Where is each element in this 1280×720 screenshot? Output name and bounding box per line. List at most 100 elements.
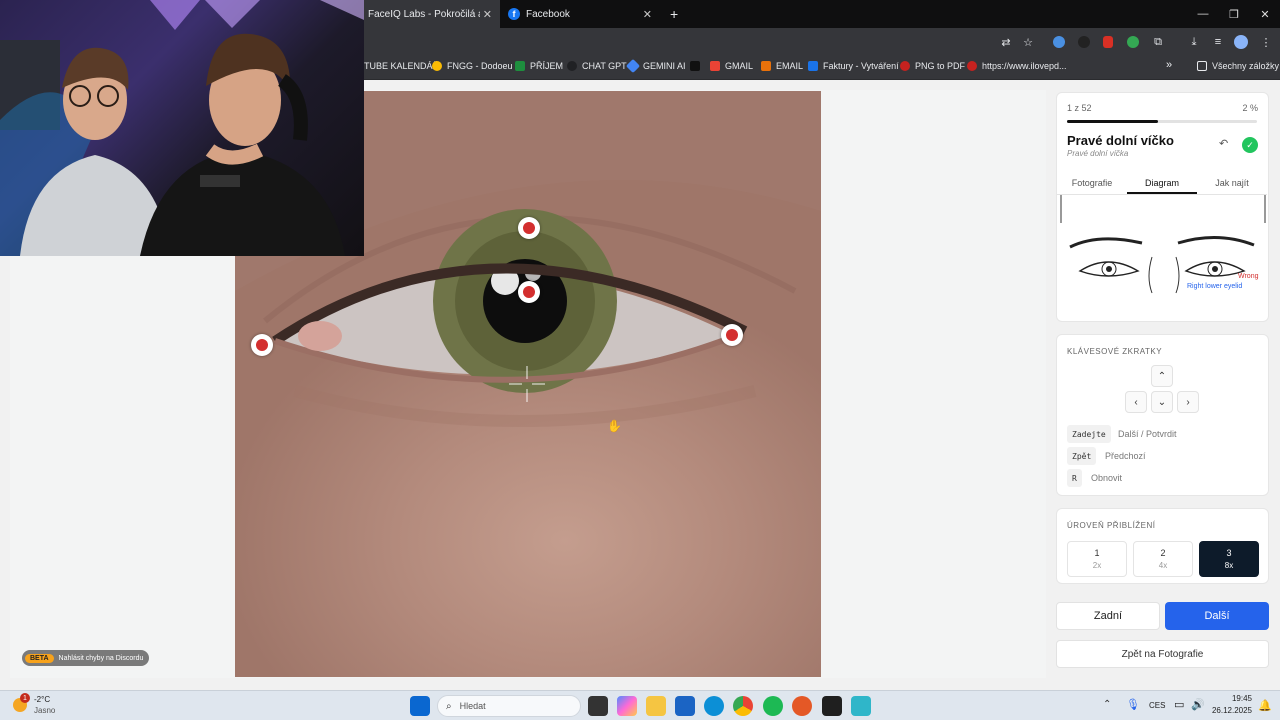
download-icon[interactable]: ⤓ bbox=[1186, 34, 1202, 50]
beta-tag: BETA bbox=[25, 653, 54, 663]
landmark-point[interactable] bbox=[721, 324, 743, 346]
notification-icon[interactable]: 🔔 bbox=[1258, 699, 1272, 712]
bookmark-item[interactable]: https://www.ilovepd... bbox=[967, 61, 1067, 71]
bookmark-label: PNG to PDF bbox=[915, 61, 966, 71]
extension-icon[interactable] bbox=[1127, 36, 1139, 48]
diagram-label-wrong: Wrong bbox=[1238, 273, 1259, 280]
network-icon[interactable]: ▭ bbox=[1174, 698, 1184, 711]
bookmark-item[interactable]: PNG to PDF bbox=[900, 61, 965, 71]
spotify-icon[interactable] bbox=[763, 696, 783, 716]
facebook-icon: f bbox=[508, 8, 520, 20]
bookmark-item[interactable]: Faktury - Vytváření bbox=[808, 61, 899, 71]
menu-icon[interactable]: ⋮ bbox=[1258, 34, 1274, 50]
restore-button[interactable]: ❐ bbox=[1217, 0, 1251, 28]
landmark-point[interactable] bbox=[518, 281, 540, 303]
extension-icon[interactable] bbox=[1103, 36, 1113, 48]
weather-text: Jasno bbox=[34, 706, 56, 715]
translate-icon[interactable]: ⇄ bbox=[998, 34, 1014, 50]
panel-tabs: Fotografie Diagram Jak najít bbox=[1057, 171, 1267, 195]
bookmark-item[interactable]: FNGG - Dodoeu bbox=[432, 61, 513, 71]
bookmark-icon bbox=[515, 61, 525, 71]
landmark-point[interactable] bbox=[251, 334, 273, 356]
arrow-up-key[interactable]: ⌃ bbox=[1151, 365, 1173, 387]
arrow-down-key[interactable]: ⌄ bbox=[1151, 391, 1173, 413]
terminal-icon[interactable] bbox=[822, 696, 842, 716]
undo-icon[interactable]: ↶ bbox=[1219, 137, 1228, 150]
bookmark-item[interactable]: TUBE KALENDÁŘ bbox=[364, 61, 439, 71]
media-icon[interactable]: ≡ bbox=[1210, 34, 1226, 50]
search-icon: ⌕ bbox=[446, 700, 452, 712]
progress-fill bbox=[1067, 120, 1159, 123]
extension-icon[interactable] bbox=[1078, 36, 1090, 48]
extension-icon[interactable] bbox=[1053, 36, 1065, 48]
windows-start-icon[interactable] bbox=[410, 696, 430, 716]
bookmark-item[interactable]: PŘÍJEM bbox=[515, 61, 563, 71]
back-to-photos-button[interactable]: Zpět na Fotografie bbox=[1056, 640, 1269, 668]
next-button[interactable]: Další bbox=[1165, 602, 1269, 630]
tab-how-to-find[interactable]: Jak najít bbox=[1197, 171, 1267, 194]
temperature: -2°C bbox=[34, 695, 51, 704]
reset-key: R bbox=[1067, 469, 1082, 487]
zoom-group: 1 2x 2 4x 3 8x bbox=[1067, 541, 1261, 577]
avatar[interactable] bbox=[1234, 35, 1248, 49]
reset-key-desc: Obnovit bbox=[1091, 473, 1123, 483]
confirm-icon[interactable]: ✓ bbox=[1242, 137, 1258, 153]
tab-photos[interactable]: Fotografie bbox=[1057, 171, 1127, 194]
zoom-level-2[interactable]: 2 4x bbox=[1133, 541, 1193, 577]
all-bookmarks-label: Všechny záložky bbox=[1212, 61, 1280, 71]
zoom-number: 3 bbox=[1226, 548, 1232, 558]
chrome-icon[interactable] bbox=[733, 696, 753, 716]
tab-facebook[interactable]: f Facebook ✕ bbox=[500, 0, 660, 28]
notification-badge: 1 bbox=[20, 693, 30, 703]
landmark-point[interactable] bbox=[518, 217, 540, 239]
chevron-up-icon[interactable]: ⌃ bbox=[1103, 699, 1111, 710]
copilot-icon[interactable] bbox=[617, 696, 637, 716]
microphone-icon[interactable]: 🎙 bbox=[1126, 698, 1140, 711]
bookmarks-more-button[interactable]: » bbox=[1166, 59, 1172, 71]
bookmark-item[interactable]: EMAIL bbox=[761, 61, 803, 71]
bookmark-item[interactable] bbox=[690, 61, 705, 71]
edge-icon[interactable] bbox=[704, 696, 724, 716]
screen: FaceIQ Labs - Pokročilá analýza ✕ f Face… bbox=[0, 0, 1280, 720]
outlook-icon[interactable] bbox=[675, 696, 695, 716]
bookmark-label: FNGG - Dodoeu bbox=[447, 61, 513, 71]
puzzle-icon[interactable]: ⧉ bbox=[1150, 34, 1166, 50]
progress-bar bbox=[1067, 120, 1257, 123]
zoom-level-1[interactable]: 1 2x bbox=[1067, 541, 1127, 577]
close-icon[interactable]: ✕ bbox=[483, 8, 492, 21]
app-icon[interactable] bbox=[792, 696, 812, 716]
step-counter: 1 z 52 bbox=[1067, 103, 1092, 113]
tab-faceiq[interactable]: FaceIQ Labs - Pokročilá analýza ✕ bbox=[360, 0, 500, 28]
new-tab-button[interactable]: + bbox=[662, 0, 682, 28]
clock-date[interactable]: 26.12.2025 bbox=[1206, 706, 1252, 715]
bookmark-icon bbox=[567, 61, 577, 71]
back-button[interactable]: Zadní bbox=[1056, 602, 1160, 630]
webcam-image bbox=[0, 0, 364, 256]
arrow-left-key[interactable]: ‹ bbox=[1125, 391, 1147, 413]
taskbar-search[interactable]: ⌕ Hledat bbox=[437, 695, 581, 717]
explorer-icon[interactable] bbox=[646, 696, 666, 716]
bookmark-label: GMAIL bbox=[725, 61, 754, 71]
volume-icon[interactable]: 🔊 bbox=[1191, 698, 1205, 711]
shortcuts-title: KLÁVESOVÉ ZKRATKY bbox=[1067, 347, 1163, 356]
zoom-title: ÚROVEŇ PŘIBLÍŽENÍ bbox=[1067, 521, 1156, 530]
bookmark-item[interactable]: CHAT GPT bbox=[567, 61, 627, 71]
language-indicator[interactable]: CES bbox=[1149, 701, 1165, 710]
star-icon[interactable]: ☆ bbox=[1020, 34, 1036, 50]
clock-time[interactable]: 19:45 bbox=[1210, 694, 1252, 703]
zoom-factor: 2x bbox=[1092, 561, 1102, 570]
back-key-desc: Předchozí bbox=[1105, 451, 1146, 461]
bookmark-item[interactable]: GMAIL bbox=[710, 61, 753, 71]
arrow-right-key[interactable]: › bbox=[1177, 391, 1199, 413]
zoom-level-3[interactable]: 3 8x bbox=[1199, 541, 1259, 577]
minimize-button[interactable]: — bbox=[1186, 0, 1220, 28]
taskbar: 1 -2°C Jasno ⌕ Hledat ⌃ 🎙 CES ▭ 🔊 19:45 … bbox=[0, 690, 1280, 720]
close-icon[interactable]: ✕ bbox=[643, 8, 652, 21]
all-bookmarks-button[interactable]: Všechny záložky bbox=[1197, 61, 1279, 71]
tab-diagram[interactable]: Diagram bbox=[1127, 171, 1197, 194]
close-window-button[interactable]: ✕ bbox=[1248, 0, 1280, 28]
beta-report-button[interactable]: BETA Nahlásit chyby na Discordu bbox=[22, 650, 150, 666]
taskview-icon[interactable] bbox=[588, 696, 608, 716]
bookmark-item[interactable]: GEMINI AI bbox=[625, 58, 686, 74]
notepad-icon[interactable] bbox=[851, 696, 871, 716]
